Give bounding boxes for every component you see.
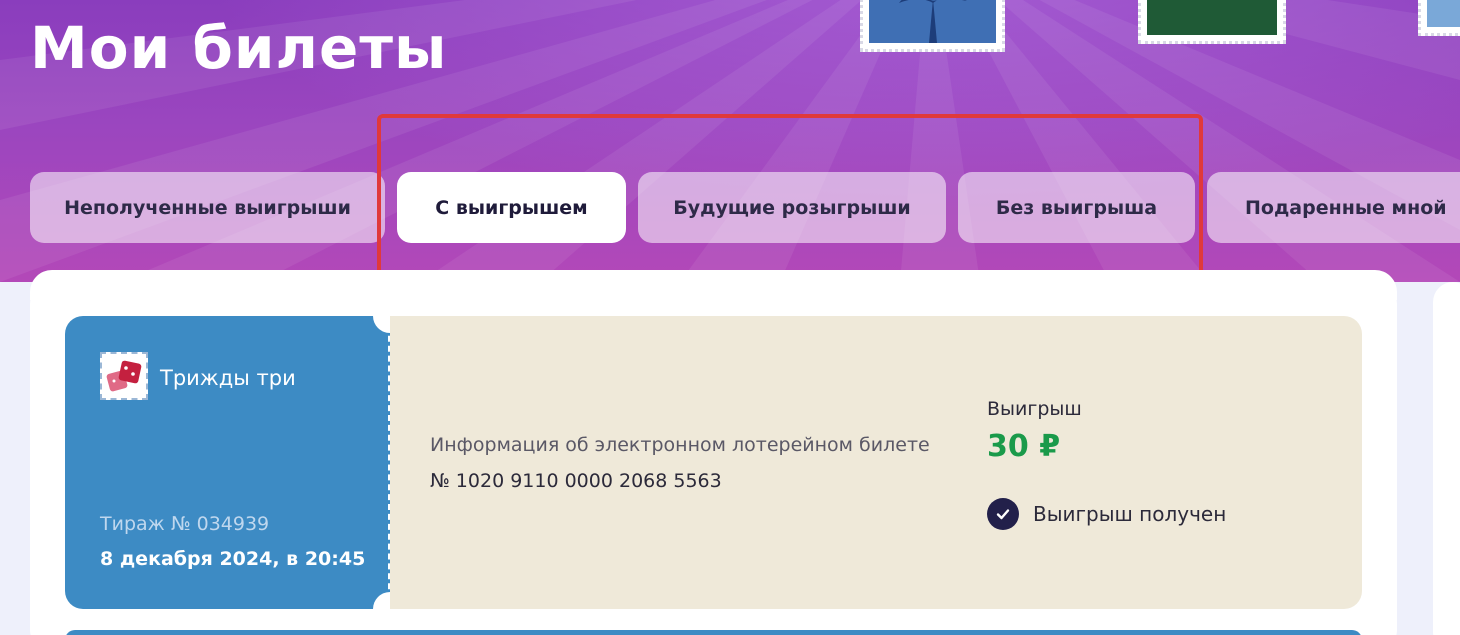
next-ticket-card[interactable] xyxy=(65,630,1362,635)
page-title: Мои билеты xyxy=(30,14,448,82)
ticket-body xyxy=(390,316,1362,609)
win-amount: 30 ₽ xyxy=(987,429,1061,464)
draw-date: 8 декабря 2024, в 20:45 xyxy=(100,548,366,570)
win-label: Выигрыш xyxy=(987,398,1082,420)
stamp-decoration-edge xyxy=(1418,0,1460,36)
ticket-stub: Трижды три Тираж № 034939 8 декабря 2024… xyxy=(65,316,390,609)
tab-future-draws[interactable]: Будущие розыгрыши xyxy=(638,172,946,243)
stamp-decoration-forest xyxy=(1138,0,1286,44)
win-status-text: Выигрыш получен xyxy=(1033,502,1227,526)
ticket-card[interactable]: Трижды три Тираж № 034939 8 декабря 2024… xyxy=(65,299,1362,626)
stamp-decoration-palm xyxy=(860,0,1005,52)
tab-with-win[interactable]: С выигрышем xyxy=(397,172,626,243)
game-name: Трижды три xyxy=(160,366,296,390)
side-panel-card xyxy=(1433,282,1460,635)
ticket-filter-tabs: Неполученные выигрыши С выигрышем Будущи… xyxy=(30,172,1460,243)
check-circle-icon xyxy=(987,498,1019,530)
tab-no-win[interactable]: Без выигрыша xyxy=(958,172,1195,243)
tab-unclaimed-wins[interactable]: Неполученные выигрыши xyxy=(30,172,385,243)
draw-number: Тираж № 034939 xyxy=(100,513,270,535)
tab-gifted-by-me[interactable]: Подаренные мной xyxy=(1207,172,1460,243)
ticket-info-label: Информация об электронном лотерейном бил… xyxy=(430,434,930,456)
dice-icon xyxy=(100,352,148,400)
win-status: Выигрыш получен xyxy=(987,498,1226,530)
ticket-number: № 1020 9110 0000 2068 5563 xyxy=(430,470,722,492)
